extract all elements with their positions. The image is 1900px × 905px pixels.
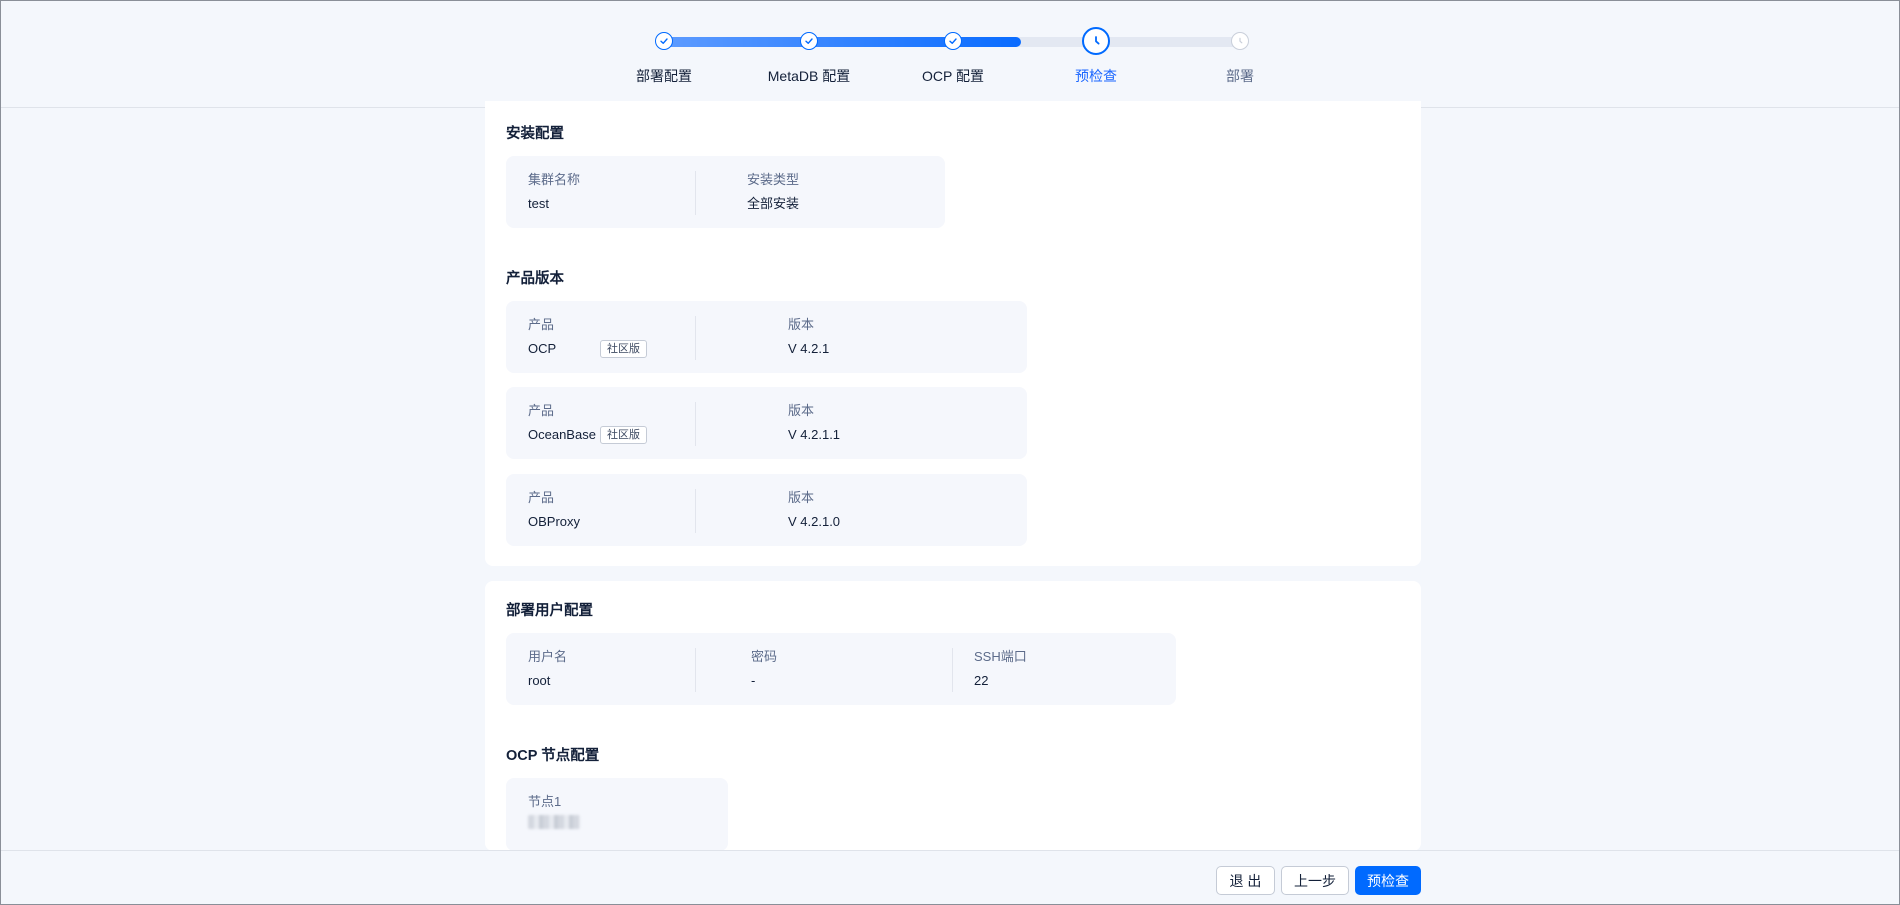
node-1-ip-redacted [528, 815, 580, 829]
previous-step-button[interactable]: 上一步 [1281, 866, 1349, 895]
product-value: OBProxy [528, 514, 581, 529]
community-edition-tag: 社区版 [600, 340, 647, 358]
product-value: OceanBase 社区版 [528, 426, 647, 444]
divider [695, 489, 696, 533]
node-1-label: 节点1 [528, 794, 562, 809]
step-5-clock-icon [1231, 32, 1249, 50]
divider [695, 316, 696, 360]
version-field: 版本 V 4.2.1 [788, 316, 829, 358]
deploy-user-box: 用户名 root 密码 - SSH端口 22 [506, 633, 1176, 705]
install-type-field: 安装类型 全部安装 [747, 171, 799, 213]
product-row-ocp: 产品 OCP 社区版 版本 V 4.2.1 [506, 301, 1027, 373]
community-edition-tag: 社区版 [600, 426, 647, 444]
divider [695, 171, 696, 215]
product-value: OCP 社区版 [528, 340, 647, 358]
product-field: 产品 OCP 社区版 [528, 316, 647, 358]
install-config-box: 集群名称 test 安装类型 全部安装 [506, 156, 945, 228]
step-2-check-icon [800, 32, 818, 50]
password-label: 密码 [751, 649, 778, 664]
product-version-title: 产品版本 [506, 271, 564, 287]
cluster-name-label: 集群名称 [528, 172, 581, 187]
exit-button[interactable]: 退 出 [1216, 866, 1275, 895]
product-label: 产品 [528, 490, 555, 505]
product-row-obproxy: 产品 OBProxy 版本 V 4.2.1.0 [506, 474, 1027, 546]
step-label-deploy: 部署 [1226, 68, 1254, 84]
username-label: 用户名 [528, 649, 568, 664]
username-field: 用户名 root [528, 648, 567, 690]
product-row-oceanbase: 产品 OceanBase 社区版 版本 V 4.2.1.1 [506, 387, 1027, 459]
password-value: - [751, 673, 756, 688]
ocp-node-box: 节点1 [506, 778, 728, 851]
node-1-field: 节点1 [528, 793, 580, 832]
cluster-name-value: test [528, 196, 549, 211]
action-footer: 退 出 上一步 预检查 [1, 850, 1899, 904]
deploy-user-card: 部署用户配置 用户名 root 密码 - SSH端口 22 OCP 节点配置 节… [485, 581, 1421, 851]
product-label: 产品 [528, 403, 555, 418]
product-label: 产品 [528, 317, 555, 332]
install-type-label: 安装类型 [747, 172, 800, 187]
version-field: 版本 V 4.2.1.0 [788, 489, 840, 531]
install-type-value: 全部安装 [747, 196, 800, 211]
product-field: 产品 OBProxy [528, 489, 580, 531]
precheck-button[interactable]: 预检查 [1355, 866, 1421, 895]
divider [695, 402, 696, 446]
divider [952, 648, 953, 692]
deploy-user-title: 部署用户配置 [506, 603, 593, 619]
version-label: 版本 [788, 490, 815, 505]
version-label: 版本 [788, 403, 815, 418]
ssh-port-field: SSH端口 22 [974, 648, 1027, 690]
product-name: OCP [528, 341, 557, 356]
ssh-port-label: SSH端口 [974, 649, 1027, 664]
password-field: 密码 - [751, 648, 777, 690]
step-label-precheck: 预检查 [1075, 68, 1117, 84]
divider [695, 648, 696, 692]
step-4-clock-icon [1082, 27, 1110, 55]
stepper-progress-fill [664, 37, 1022, 47]
username-value: root [528, 673, 551, 688]
ssh-port-value: 22 [974, 673, 989, 688]
version-field: 版本 V 4.2.1.1 [788, 402, 840, 444]
product-name: OceanBase [528, 427, 596, 442]
version-value: V 4.2.1 [788, 341, 830, 356]
product-field: 产品 OceanBase 社区版 [528, 402, 647, 444]
step-label-ocp-config: OCP 配置 [922, 68, 984, 84]
step-3-check-icon [944, 32, 962, 50]
install-product-card: 安装配置 集群名称 test 安装类型 全部安装 产品版本 产品 OCP 社区版… [485, 101, 1421, 566]
ocp-node-title: OCP 节点配置 [506, 748, 600, 764]
step-label-metadb-config: MetaDB 配置 [767, 68, 851, 84]
version-value: V 4.2.1.0 [788, 514, 841, 529]
cluster-name-field: 集群名称 test [528, 171, 580, 213]
version-label: 版本 [788, 317, 815, 332]
step-1-check-icon [655, 32, 673, 50]
install-config-title: 安装配置 [506, 126, 564, 142]
stepper-header: 部署配置 MetaDB 配置 OCP 配置 预检查 部署 [1, 1, 1899, 108]
version-value: V 4.2.1.1 [788, 427, 841, 442]
step-label-deploy-config: 部署配置 [636, 68, 692, 84]
